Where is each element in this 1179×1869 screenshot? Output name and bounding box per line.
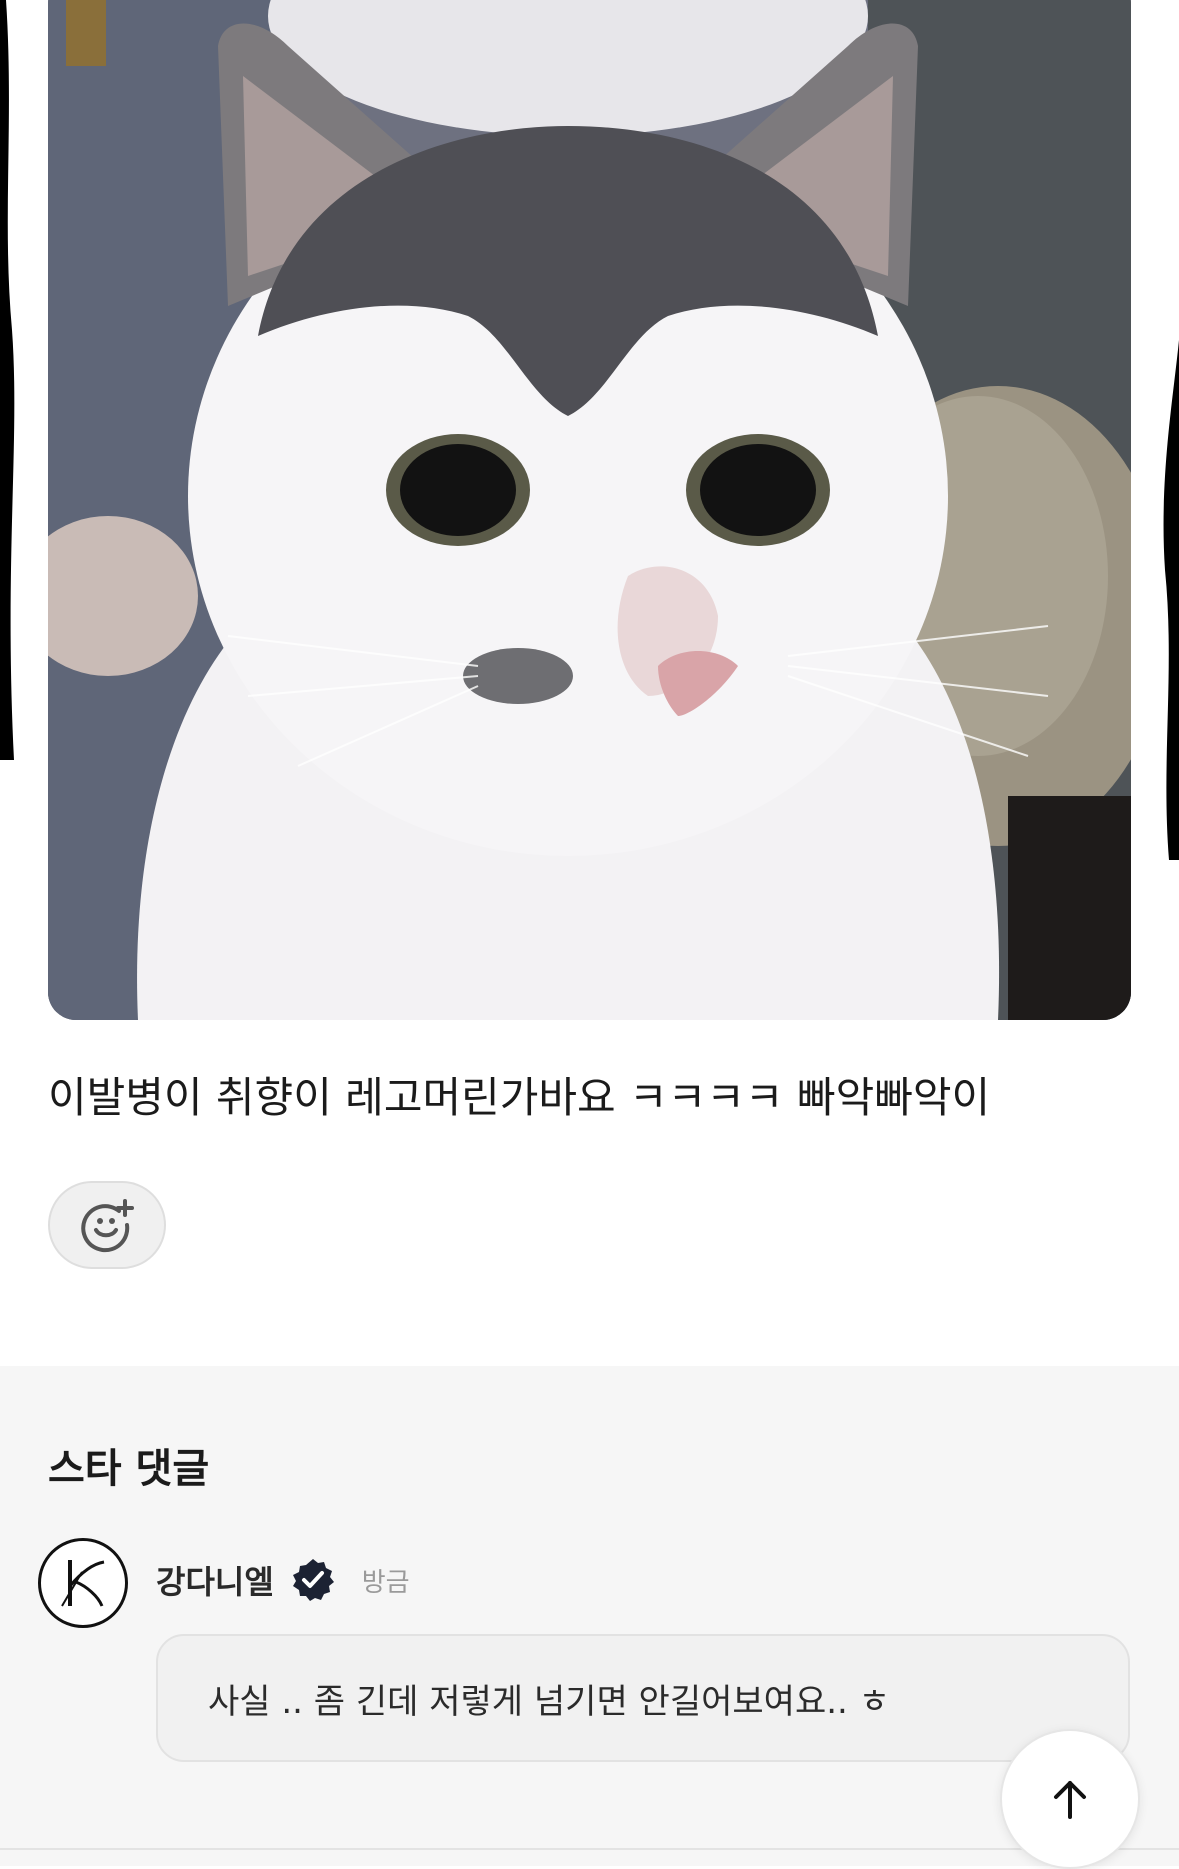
scroll-to-top-button[interactable] bbox=[1000, 1729, 1140, 1869]
right-edge-decoration bbox=[1163, 340, 1179, 860]
k-monogram-logo bbox=[61, 1560, 105, 1607]
comment-author-name[interactable]: 강다니엘 bbox=[156, 1557, 274, 1603]
verified-badge-icon bbox=[292, 1559, 334, 1601]
comment-timestamp: 방금 bbox=[361, 1567, 410, 1598]
left-edge-decoration bbox=[0, 0, 15, 760]
cat-photo bbox=[48, 0, 1131, 1020]
bottom-divider bbox=[0, 1848, 1179, 1850]
comment-author-row: 강다니엘 방금 bbox=[156, 1552, 410, 1608]
section-title: 스타 댓글 bbox=[48, 1446, 210, 1492]
post-caption: 이발병이 취향이 레고머린가바요 ㅋㅋㅋㅋ 빠악빠악이 bbox=[48, 1073, 991, 1122]
post-image[interactable] bbox=[48, 0, 1131, 1020]
add-reaction-button[interactable] bbox=[48, 1181, 166, 1269]
avatar[interactable] bbox=[38, 1538, 128, 1628]
comment-text: 사실 .. 좀 긴데 저렇게 넘기면 안길어보여요.. ㅎ bbox=[208, 1681, 890, 1722]
add-reaction-icon bbox=[81, 1199, 134, 1253]
comment-bubble[interactable]: 사실 .. 좀 긴데 저렇게 넘기면 안길어보여요.. ㅎ bbox=[156, 1634, 1130, 1762]
arrow-up-icon bbox=[1054, 1781, 1086, 1819]
